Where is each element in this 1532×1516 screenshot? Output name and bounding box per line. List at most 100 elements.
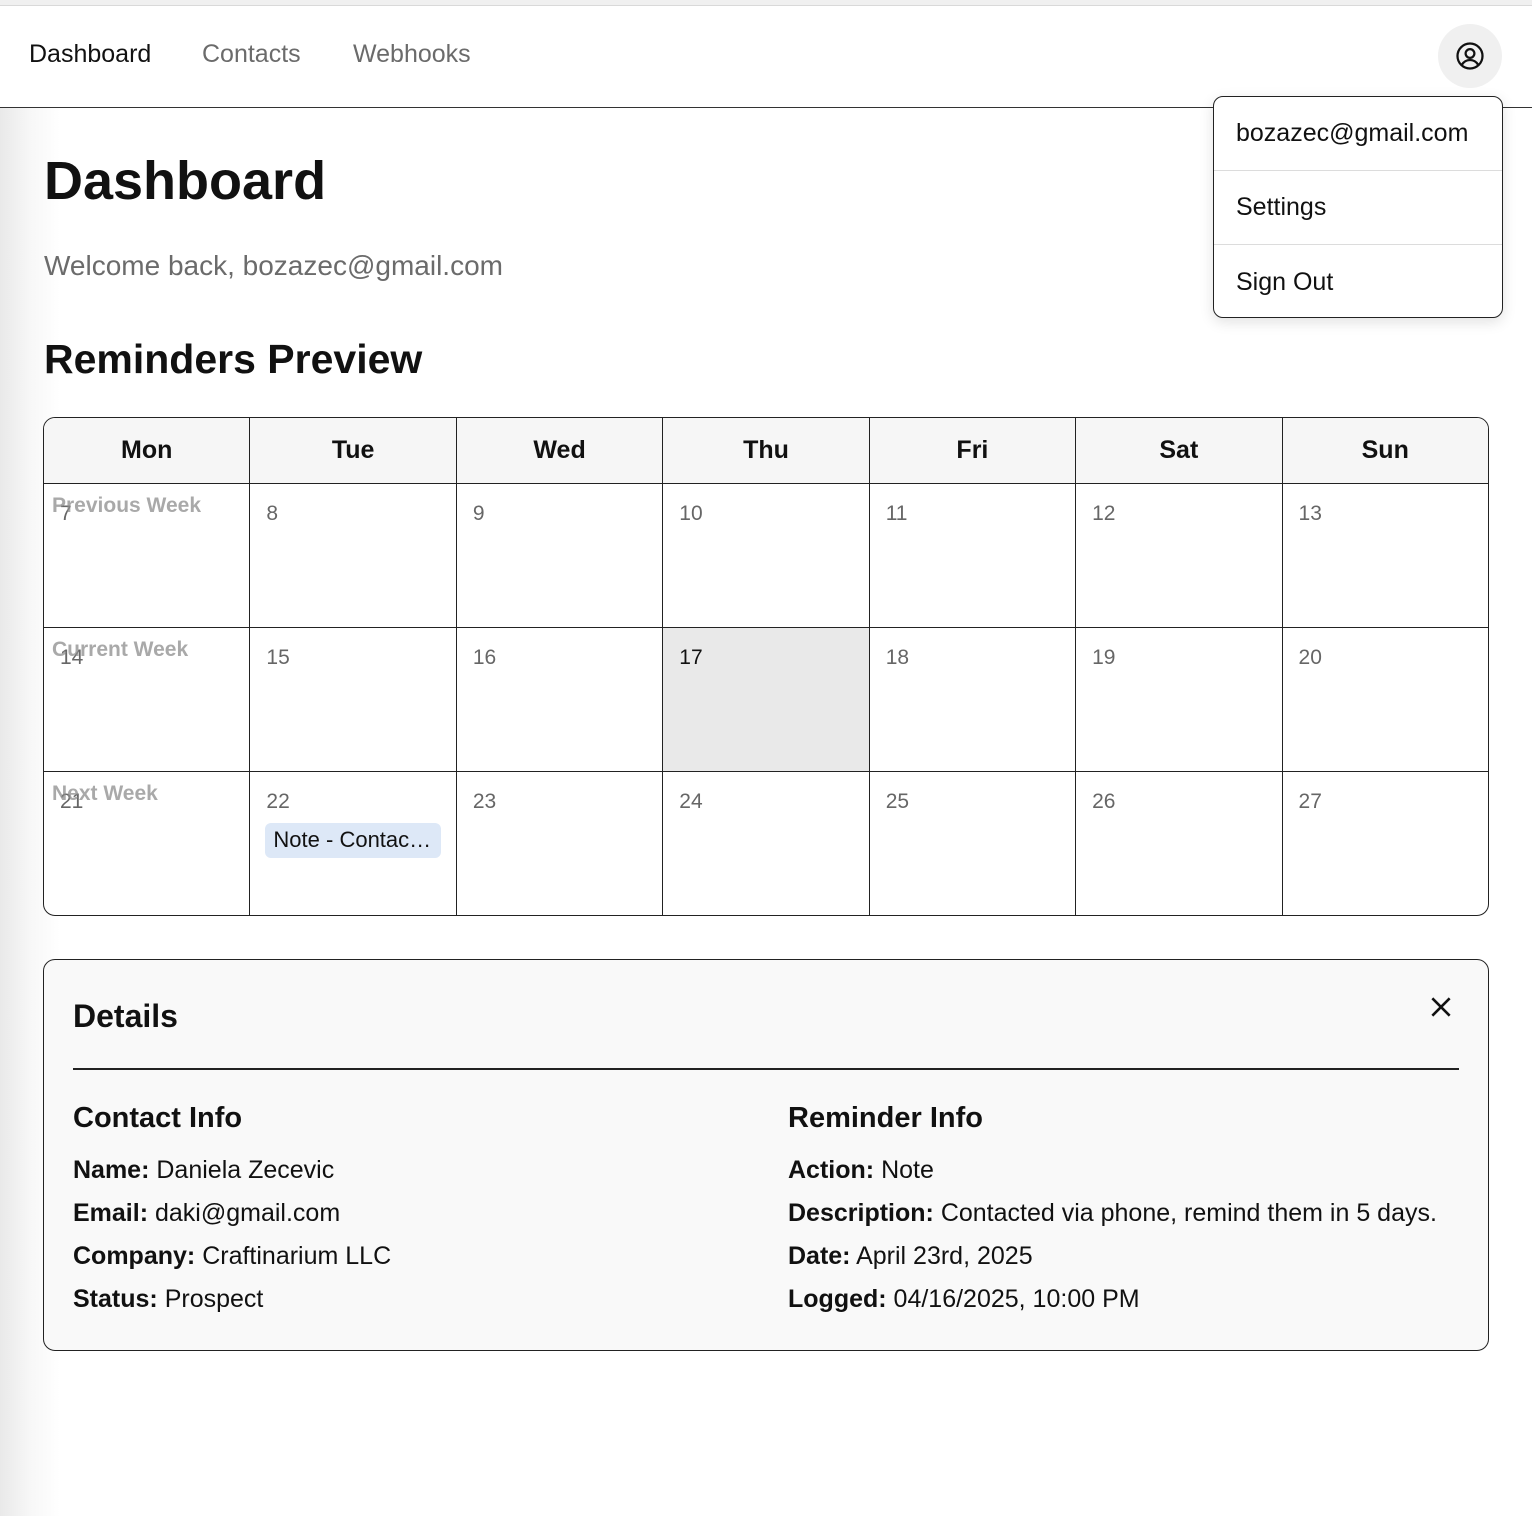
day-header-wed: Wed	[457, 418, 664, 483]
reminders-calendar: Mon Tue Wed Thu Fri Sat Sun 7 Previous We…	[43, 417, 1489, 916]
day-number: 15	[266, 646, 290, 669]
day-cell[interactable]: 22 Note - Contac…	[250, 772, 457, 915]
nav-webhooks[interactable]: Webhooks	[353, 40, 471, 69]
day-number: 26	[1092, 790, 1116, 813]
details-title: Details	[73, 998, 178, 1034]
day-cell-today[interactable]: 17	[663, 628, 870, 771]
reminder-description-row: Description: Contacted via phone, remind…	[788, 1198, 1437, 1241]
day-cell[interactable]: 12	[1076, 484, 1283, 627]
day-number: 27	[1298, 790, 1322, 813]
reminder-logged-value: 04/16/2025, 10:00 PM	[893, 1285, 1140, 1313]
user-menu-email: bozazec@gmail.com	[1214, 97, 1502, 171]
day-number: 18	[885, 646, 910, 669]
week-label-current[interactable]: Current Week	[52, 638, 188, 662]
day-cell[interactable]: 23	[457, 772, 664, 915]
contact-name-label: Name:	[73, 1156, 150, 1184]
day-number: 16	[472, 646, 497, 669]
week-label-next[interactable]: Next Week	[52, 782, 158, 806]
day-header-sun: Sun	[1361, 436, 1409, 464]
reminder-event-chip[interactable]: Note - Contac…	[265, 823, 442, 858]
close-icon[interactable]	[1428, 994, 1454, 1020]
page-title: Dashboard	[44, 151, 327, 211]
reminder-description-label: Description:	[788, 1199, 934, 1227]
day-number: 25	[885, 790, 910, 813]
day-cell[interactable]: 27	[1283, 772, 1488, 915]
calendar-header: Mon Tue Wed Thu Fri Sat Sun	[44, 418, 1488, 484]
day-number: 22	[266, 790, 290, 813]
reminder-date-label: Date:	[788, 1242, 851, 1270]
user-menu-settings[interactable]: Settings	[1214, 171, 1502, 245]
day-cell[interactable]: 16	[457, 628, 664, 771]
day-number: 19	[1092, 646, 1116, 669]
reminder-date-row: Date: April 23rd, 2025	[788, 1241, 1437, 1284]
welcome-message: Welcome back, bozazec@gmail.com	[44, 250, 503, 281]
day-number: 23	[472, 790, 497, 813]
top-navbar: Dashboard Contacts Webhooks	[0, 6, 1532, 108]
day-header-mon: Mon	[44, 418, 251, 483]
user-menu-dropdown: bozazec@gmail.com Settings Sign Out	[1213, 96, 1503, 318]
nav-contacts[interactable]: Contacts	[202, 40, 301, 69]
day-header-tue: Tue	[250, 418, 457, 483]
reminder-date-value: April 23rd, 2025	[856, 1242, 1033, 1270]
reminder-action-row: Action: Note	[788, 1155, 1437, 1198]
day-header-thu: Thu	[663, 418, 870, 483]
contact-name-row: Name: Daniela Zecevic	[73, 1155, 391, 1198]
day-cell[interactable]: 10	[663, 484, 870, 627]
contact-info-heading: Contact Info	[73, 1102, 243, 1134]
day-number: 20	[1298, 646, 1322, 669]
contact-status-row: Status: Prospect	[73, 1284, 391, 1327]
day-cell[interactable]: 25	[870, 772, 1077, 915]
day-cell[interactable]: 15	[250, 628, 457, 771]
day-cell[interactable]: 7 Previous Week	[44, 484, 251, 627]
contact-info-section: Contact Info Name: Daniela Zecevic Email…	[73, 1102, 391, 1327]
day-cell[interactable]: 18	[870, 628, 1077, 771]
reminder-action-label: Action:	[788, 1156, 875, 1184]
contact-email-value: daki@gmail.com	[154, 1199, 341, 1227]
day-number: 13	[1298, 502, 1322, 525]
day-number: 17	[679, 646, 703, 669]
reminder-logged-row: Logged: 04/16/2025, 10:00 PM	[788, 1284, 1437, 1327]
day-cell[interactable]: 9	[457, 484, 664, 627]
details-divider	[73, 1068, 1459, 1070]
day-number: 12	[1092, 502, 1116, 525]
contact-status-label: Status:	[73, 1285, 158, 1313]
day-cell[interactable]: 20	[1283, 628, 1488, 771]
day-number: 24	[679, 790, 703, 813]
user-menu-sign-out[interactable]: Sign Out	[1214, 245, 1502, 317]
contact-company-value: Craftinarium LLC	[202, 1242, 392, 1270]
contact-name-value: Daniela Zecevic	[156, 1156, 335, 1184]
reminder-info-section: Reminder Info Action: Note Description: …	[788, 1102, 1437, 1327]
reminder-description-value: Contacted via phone, remind them in 5 da…	[940, 1199, 1437, 1227]
contact-email-row: Email: daki@gmail.com	[73, 1198, 391, 1241]
reminder-logged-label: Logged:	[788, 1285, 887, 1313]
day-cell[interactable]: 13	[1283, 484, 1488, 627]
day-cell[interactable]: 14 Current Week	[44, 628, 251, 771]
day-cell[interactable]: 21 Next Week	[44, 772, 251, 915]
user-menu-button[interactable]	[1438, 24, 1502, 88]
day-number: 8	[266, 502, 279, 525]
details-panel: Details Contact Info Name: Daniela Zecev…	[43, 959, 1489, 1351]
day-cell[interactable]: 24	[663, 772, 870, 915]
day-cell[interactable]: 8	[250, 484, 457, 627]
day-cell[interactable]: 11	[870, 484, 1077, 627]
day-number: 10	[679, 502, 703, 525]
day-cell[interactable]: 19	[1076, 628, 1283, 771]
day-header-fri: Fri	[870, 418, 1077, 483]
week-row-next: 21 Next Week 22 Note - Contac… 23 24 25 26…	[44, 772, 1488, 915]
contact-status-value: Prospect	[164, 1285, 264, 1313]
day-number: 11	[885, 502, 908, 525]
day-number: 9	[472, 502, 485, 525]
day-cell[interactable]: 26	[1076, 772, 1283, 915]
reminders-title: Reminders Preview	[44, 336, 423, 382]
reminder-info-heading: Reminder Info	[788, 1102, 983, 1134]
week-row-current: 14 Current Week 15 16 17 18 19 20	[44, 628, 1488, 772]
contact-company-label: Company:	[73, 1242, 196, 1270]
week-label-previous[interactable]: Previous Week	[52, 494, 201, 518]
week-row-previous: 7 Previous Week 8 9 10 11 12 13	[44, 484, 1488, 628]
day-header-sat: Sat	[1076, 418, 1283, 483]
contact-company-row: Company: Craftinarium LLC	[73, 1241, 391, 1284]
user-circle-icon	[1456, 42, 1484, 70]
reminder-action-value: Note	[881, 1156, 934, 1184]
nav-dashboard[interactable]: Dashboard	[29, 40, 151, 69]
contact-email-label: Email:	[73, 1199, 149, 1227]
